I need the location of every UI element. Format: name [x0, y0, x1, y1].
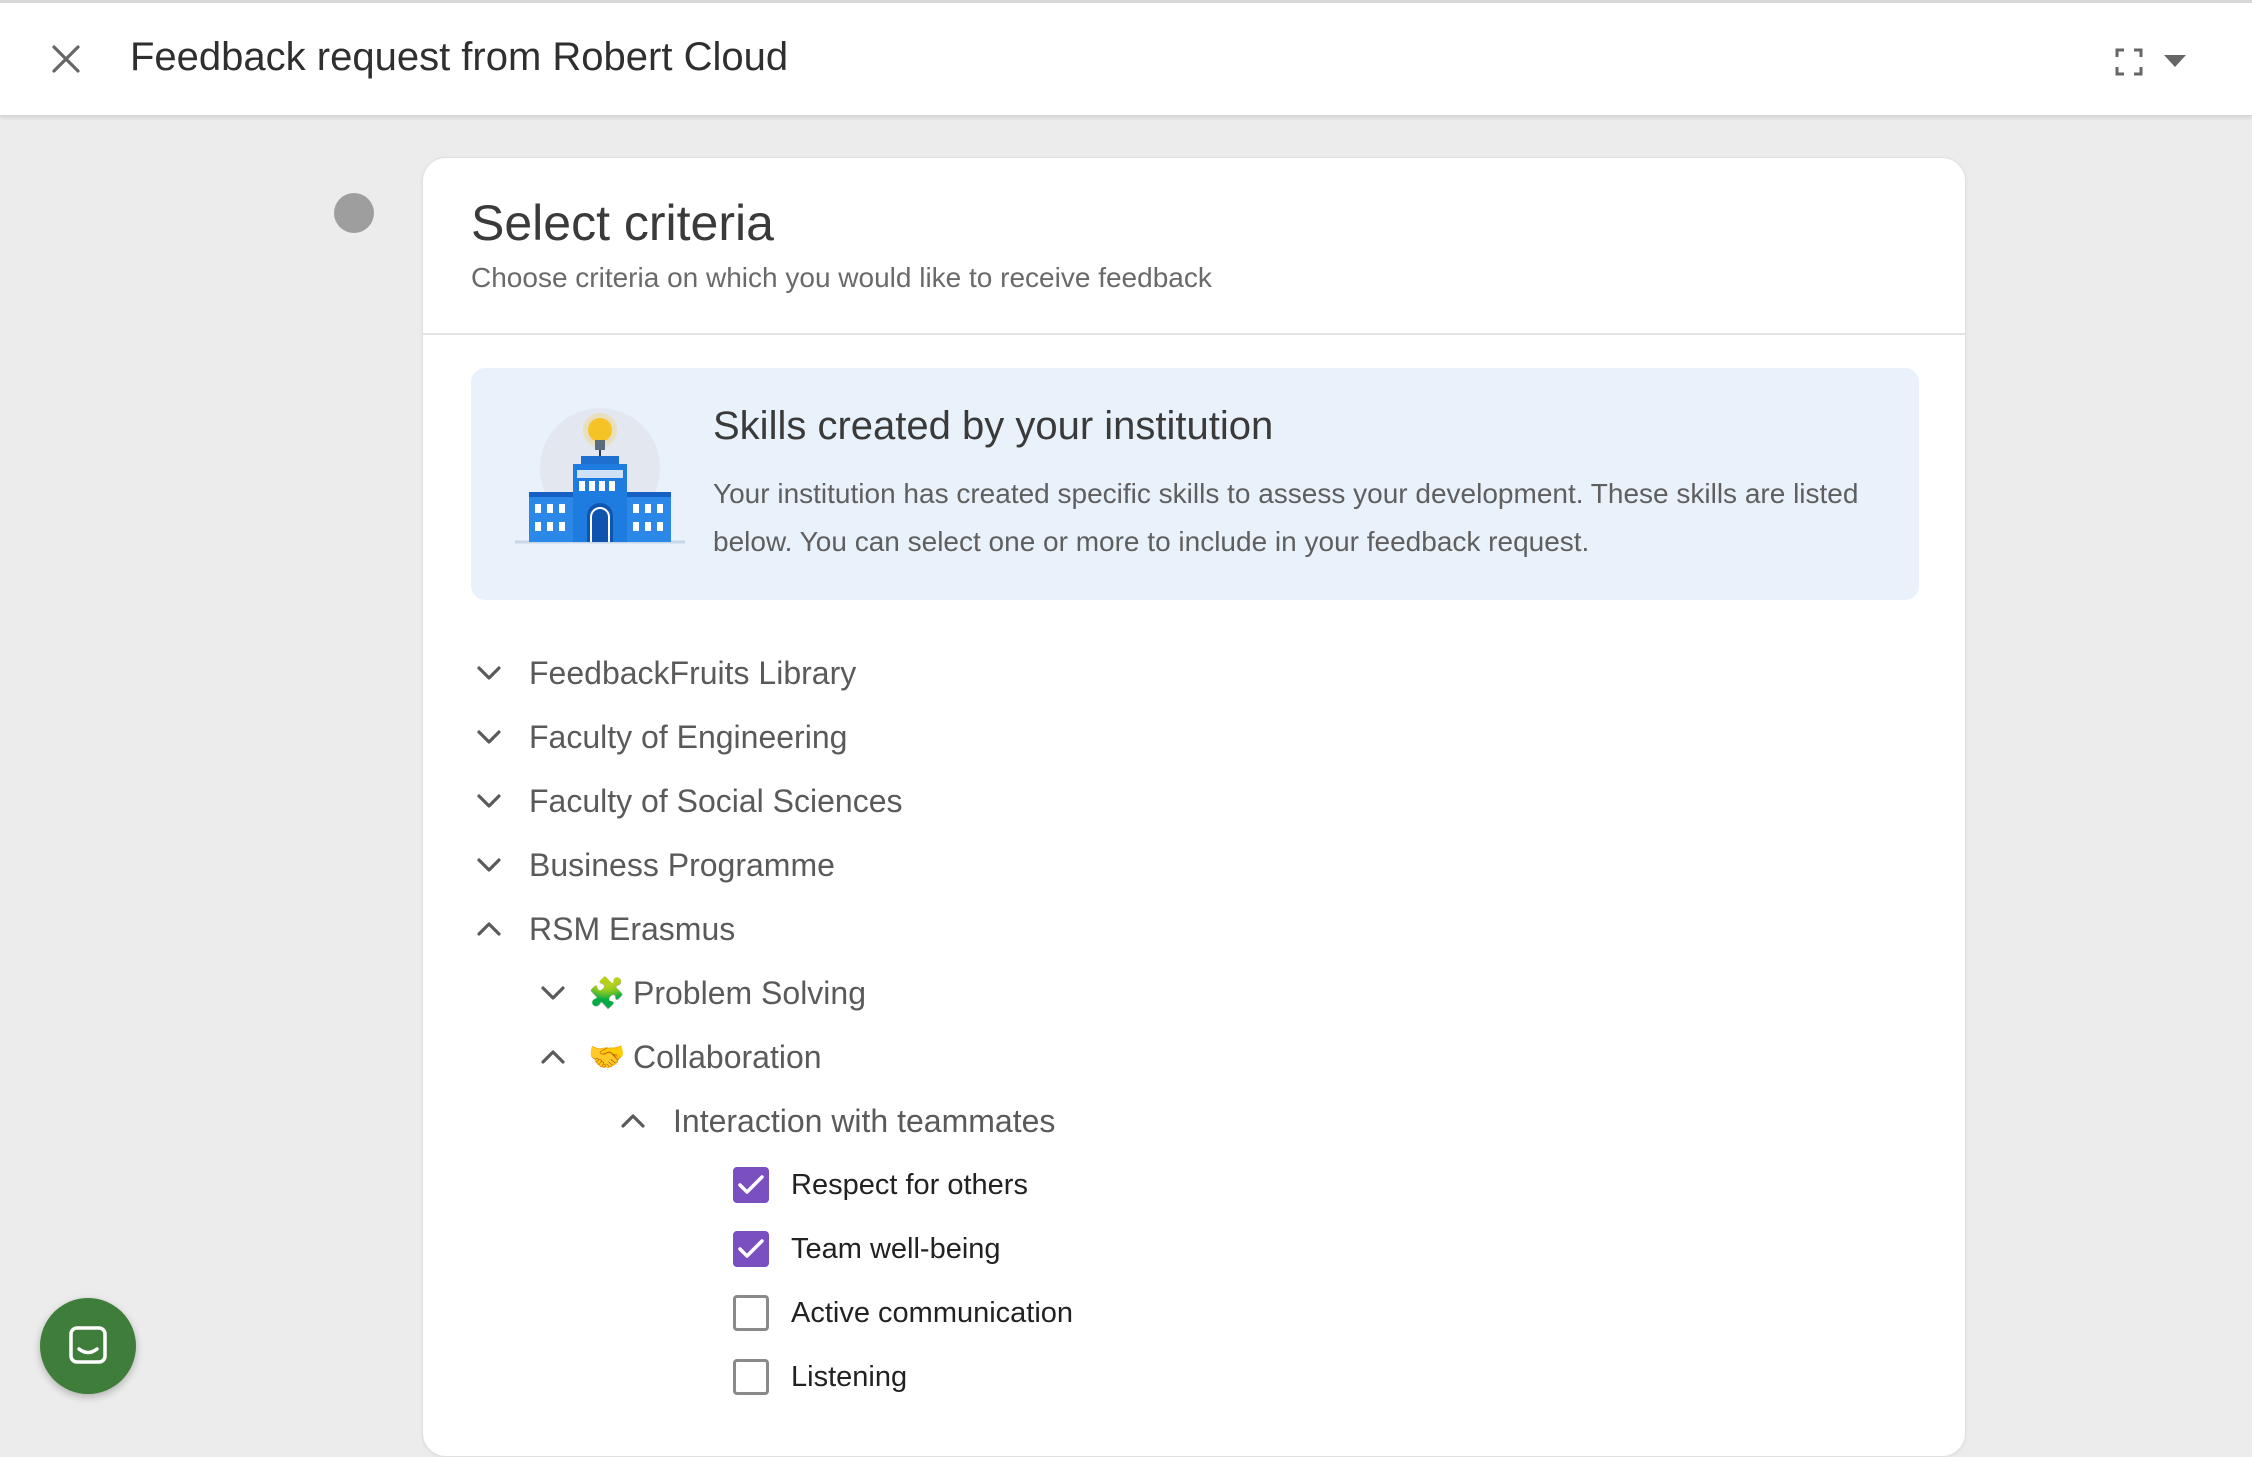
tree-item-collaboration[interactable]: 🤝 Collaboration	[535, 1032, 822, 1082]
chevron-down-icon	[471, 783, 507, 819]
step-indicator	[334, 193, 374, 233]
tree-item-label: Faculty of Engineering	[529, 718, 848, 755]
checkbox-unchecked[interactable]	[733, 1295, 769, 1331]
chat-button[interactable]	[40, 1298, 136, 1394]
chevron-down-icon	[535, 975, 571, 1011]
chevron-down-icon	[471, 655, 507, 691]
checkbox-checked[interactable]	[733, 1231, 769, 1267]
chat-icon	[69, 1326, 107, 1364]
chevron-down-icon	[471, 847, 507, 883]
page-title: Feedback request from Robert Cloud	[130, 35, 789, 79]
card-header: Select criteria Choose criteria on which…	[423, 158, 1965, 335]
handshake-icon: 🤝	[588, 1040, 626, 1074]
chevron-up-icon	[535, 1039, 571, 1075]
caret-down-icon	[2164, 55, 2186, 67]
criteria-card: Select criteria Choose criteria on which…	[422, 157, 1966, 1457]
checkmark-icon	[738, 1175, 764, 1194]
checkbox-checked[interactable]	[733, 1167, 769, 1203]
top-bar: Feedback request from Robert Cloud	[0, 0, 2252, 116]
tree-item-label: Interaction with teammates	[673, 1102, 1056, 1139]
tree-item-label: Faculty of Social Sciences	[529, 782, 903, 819]
close-icon	[52, 45, 80, 73]
criterion-listening[interactable]: Listening	[733, 1353, 907, 1401]
chevron-up-icon	[615, 1103, 651, 1139]
puzzle-piece-icon: 🧩	[588, 976, 626, 1010]
checkbox-unchecked[interactable]	[733, 1359, 769, 1395]
banner-title: Skills created by your institution	[713, 404, 1274, 448]
fullscreen-icon	[2115, 48, 2143, 76]
chevron-up-icon	[471, 911, 507, 947]
view-options-dropdown[interactable]	[2158, 47, 2192, 75]
banner-text: Your institution has created specific sk…	[713, 478, 1859, 557]
card-subtitle: Choose criteria on which you would like …	[471, 262, 1212, 293]
card-title: Select criteria	[471, 195, 774, 251]
close-button[interactable]	[40, 33, 92, 85]
checkmark-icon	[738, 1239, 764, 1258]
institution-skills-banner: Skills created by your institution Your …	[471, 368, 1919, 600]
tree-item-faculty-of-social-sciences[interactable]: Faculty of Social Sciences	[471, 776, 903, 826]
criterion-team-well-being[interactable]: Team well-being	[733, 1225, 1001, 1273]
tree-item-label: Business Programme	[529, 846, 835, 883]
tree-item-label: FeedbackFruits Library	[529, 654, 857, 691]
criterion-active-communication[interactable]: Active communication	[733, 1289, 1073, 1337]
tree-item-feedbackfruits-library[interactable]: FeedbackFruits Library	[471, 648, 856, 698]
chevron-down-icon	[471, 719, 507, 755]
criterion-respect-for-others[interactable]: Respect for others	[733, 1161, 1028, 1209]
tree-item-label: RSM Erasmus	[529, 910, 736, 947]
fullscreen-button[interactable]	[2112, 45, 2146, 79]
criterion-label: Active communication	[791, 1296, 1074, 1329]
tree-item-faculty-of-engineering[interactable]: Faculty of Engineering	[471, 712, 847, 762]
tree-item-problem-solving[interactable]: 🧩 Problem Solving	[535, 968, 866, 1018]
tree-item-label: Problem Solving	[633, 974, 866, 1011]
criterion-label: Respect for others	[791, 1168, 1028, 1201]
tree-item-label: Collaboration	[633, 1038, 822, 1075]
criterion-label: Listening	[791, 1360, 908, 1393]
criterion-label: Team well-being	[791, 1232, 1001, 1265]
institution-building-illustration	[515, 408, 685, 544]
tree-item-business-programme[interactable]: Business Programme	[471, 840, 835, 890]
tree-item-rsm-erasmus[interactable]: RSM Erasmus	[471, 904, 735, 954]
tree-item-interaction-with-teammates[interactable]: Interaction with teammates	[615, 1096, 1055, 1146]
